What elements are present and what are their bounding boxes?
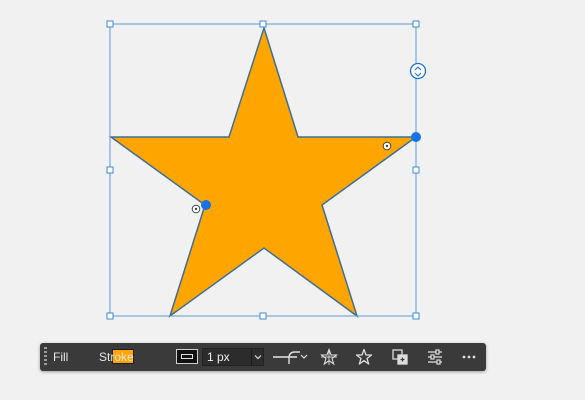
fill-label: Fill [53,350,69,364]
stroke-width-dropdown[interactable]: 1 px [202,348,264,366]
canvas[interactable] [0,0,585,340]
handle-bottom-center[interactable] [259,312,267,320]
anchor-point-right[interactable] [411,132,421,142]
stroke-label: Stroke [99,350,134,364]
contextual-taskbar: Fill Stroke 1 px [40,343,486,371]
star-settings-icon[interactable] [320,348,338,366]
handle-top-center[interactable] [259,20,267,28]
sliders-icon[interactable] [426,348,444,366]
stroke-width-value: 1 px [207,350,230,364]
handle-bottom-left[interactable] [106,312,114,320]
corner-radius-icon[interactable] [285,348,303,366]
rotate-icon[interactable] [409,62,427,80]
star-shape[interactable] [108,25,419,318]
arrange-icon[interactable] [391,348,409,366]
handle-middle-left[interactable] [106,166,114,174]
more-icon[interactable] [460,348,478,366]
anchor-point-inner-left[interactable] [201,200,211,210]
handle-top-left[interactable] [106,20,114,28]
radius-widget-right[interactable] [382,141,392,151]
handle-top-right[interactable] [412,20,420,28]
stroke-color-swatch[interactable] [176,349,198,364]
grip-icon[interactable] [44,347,47,367]
radius-widget-left[interactable] [191,204,201,214]
handle-bottom-right[interactable] [412,312,420,320]
star-body[interactable] [108,25,419,318]
star-icon[interactable] [355,348,373,366]
chevron-down-icon[interactable] [254,353,262,361]
handle-middle-right[interactable] [412,166,420,174]
